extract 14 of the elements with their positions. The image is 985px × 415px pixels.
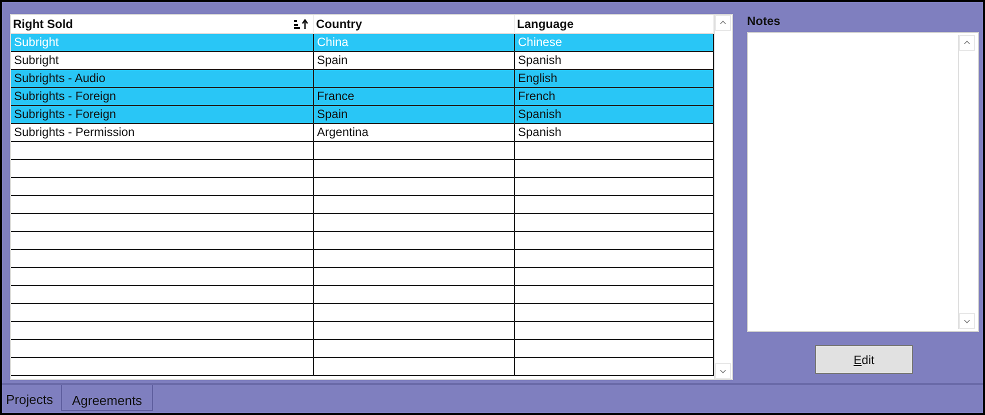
table-cell[interactable]: Argentina — [314, 124, 515, 141]
table-cell[interactable]: France — [314, 88, 515, 105]
table-cell[interactable]: Spanish — [515, 106, 714, 123]
tab[interactable]: Agreements — [60, 385, 154, 411]
table-cell[interactable]: Subrights - Audio — [11, 70, 314, 87]
edit-button[interactable]: Edit — [815, 345, 913, 374]
table-cell[interactable]: Subrights - Foreign — [11, 106, 314, 123]
table-cell[interactable]: Subrights - Foreign — [11, 88, 314, 105]
table-cell[interactable]: Spain — [314, 106, 515, 123]
column-header[interactable]: Country — [314, 15, 515, 33]
column-header[interactable]: Right Sold — [11, 15, 314, 33]
notes-label: Notes — [747, 14, 782, 30]
table-cell[interactable]: French — [515, 88, 714, 105]
table-cell[interactable]: English — [515, 70, 714, 87]
